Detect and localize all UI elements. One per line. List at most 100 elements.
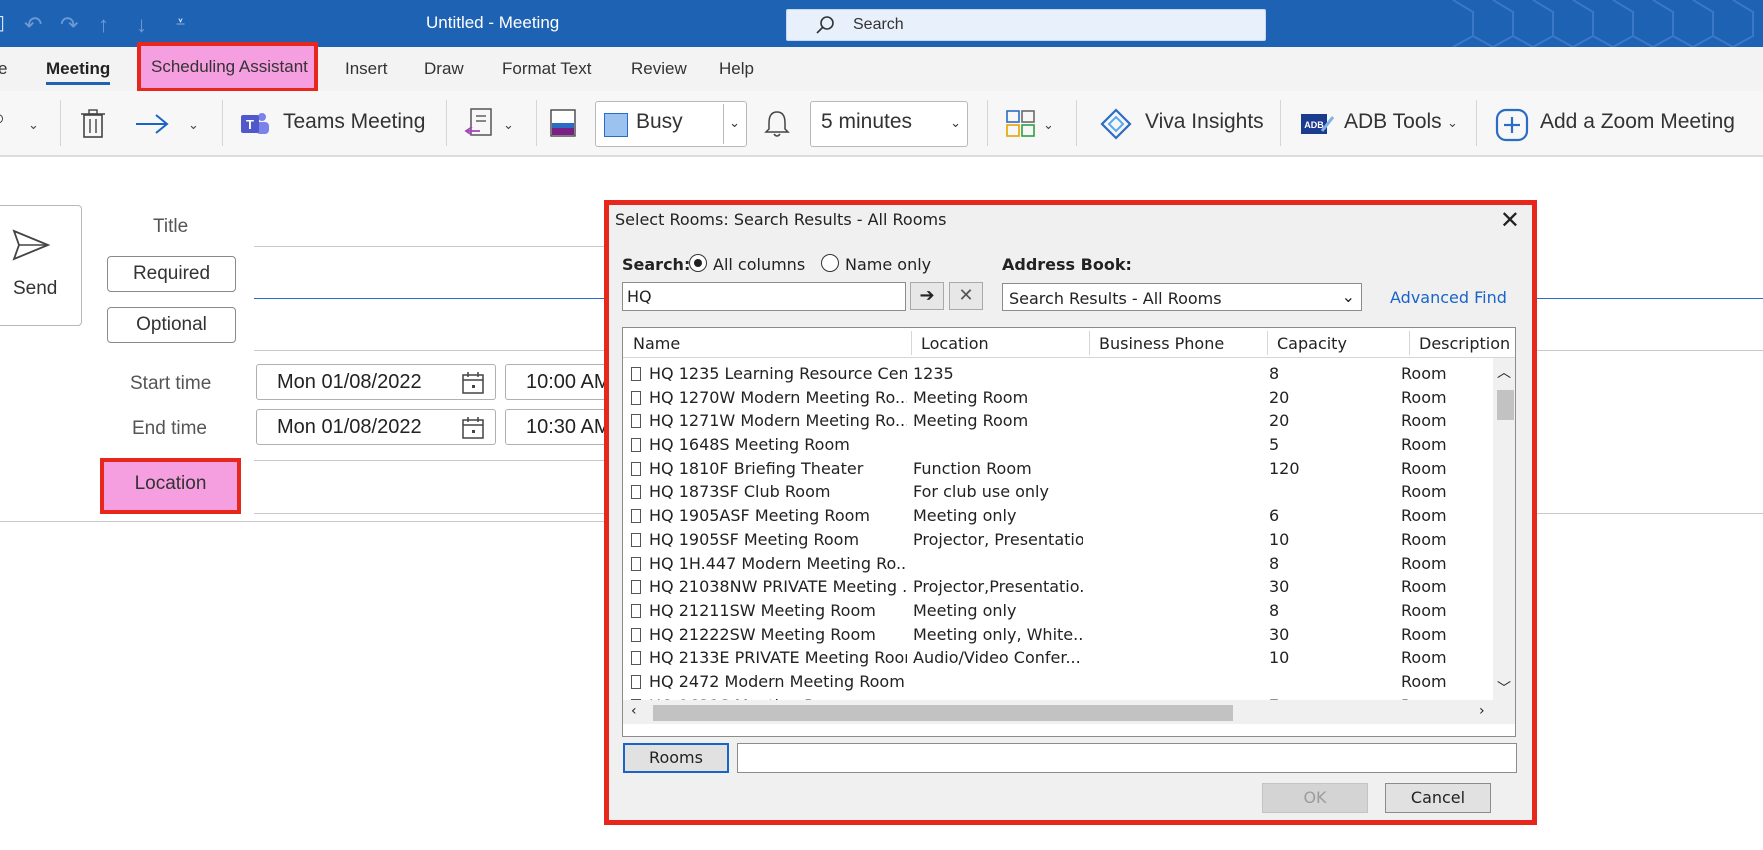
clear-icon[interactable]: ✕ [949, 282, 983, 310]
column-header-capacity[interactable]: Capacity [1277, 334, 1347, 353]
customize-quick-access-icon[interactable]: ⩡ [176, 14, 185, 32]
column-header-location[interactable]: Location [921, 334, 989, 353]
cell-capacity: 120 [1269, 458, 1300, 478]
radio-name-only[interactable] [821, 254, 839, 272]
forward-icon[interactable] [134, 113, 170, 135]
teams-icon[interactable]: T [240, 110, 270, 138]
ok-button[interactable]: OK [1262, 783, 1368, 813]
down-arrow-icon[interactable]: ↓ [136, 12, 147, 38]
end-date-field[interactable]: Mon 01/08/2022 [256, 409, 496, 445]
cell-location: Meeting only [913, 506, 1017, 526]
rooms-field[interactable] [737, 743, 1517, 773]
close-icon[interactable]: ✕ [1500, 206, 1520, 234]
redo-icon[interactable]: ↷ [60, 12, 78, 38]
response-options-icon[interactable] [464, 107, 494, 139]
room-icon [631, 367, 641, 381]
table-row[interactable]: HQ 1235 Learning Resource Cen... 1235 8 Roo… [623, 362, 1493, 386]
scroll-right-icon[interactable]: › [1479, 703, 1485, 719]
table-row[interactable]: HQ 1H.447 Modern Meeting Ro... 8 Room [623, 552, 1493, 576]
table-row[interactable]: HQ 1810F Briefing Theater Function Room 12… [623, 457, 1493, 481]
end-date-value: Mon 01/08/2022 [277, 416, 422, 438]
svg-text:T: T [246, 117, 254, 132]
cell-location: Projector, Presentation [913, 529, 1083, 549]
show-as-dropdown[interactable]: Busy ⌄ [595, 101, 747, 147]
reminder-dropdown[interactable]: 5 minutes ⌄ [810, 101, 968, 147]
ribbon-toolbar: ○ ⌄ ⌄ T Teams Meeting ⌄ Busy ⌄ [0, 91, 1763, 157]
vertical-scroll-thumb[interactable] [1497, 390, 1514, 420]
table-row[interactable]: HQ 21211SW Meeting Room Meeting only 8 Room [623, 599, 1493, 623]
tab-help[interactable]: Help [719, 59, 754, 79]
scroll-up-icon[interactable]: ︿ [1497, 362, 1511, 382]
table-row[interactable]: HQ 1873SF Club Room For club use only Room [623, 480, 1493, 504]
adb-tools-icon[interactable]: ADB [1300, 111, 1334, 137]
horizontal-scrollbar[interactable]: ‹ › [623, 700, 1515, 724]
optional-button[interactable]: Optional [107, 307, 236, 343]
categorize-icon[interactable] [1006, 110, 1036, 138]
chevron-down-icon[interactable]: ⌄ [28, 117, 39, 133]
vertical-scrollbar[interactable]: ︿ ﹀ [1493, 358, 1515, 700]
table-row[interactable]: HQ 21038NW PRIVATE Meeting ... Projector,… [623, 575, 1493, 599]
horizontal-scroll-thumb[interactable] [653, 705, 1233, 721]
delete-icon[interactable] [80, 109, 106, 139]
chevron-down-icon[interactable]: ⌄ [188, 117, 199, 133]
tab-format-text[interactable]: Format Text [502, 59, 591, 79]
teams-meeting-button[interactable]: Teams Meeting [283, 110, 425, 134]
table-row[interactable]: HQ 2472 Modern Meeting Room Room [623, 670, 1493, 694]
search-box[interactable]: Search [786, 9, 1266, 41]
scroll-left-icon[interactable]: ‹ [631, 703, 637, 719]
column-header-business-phone[interactable]: Business Phone [1099, 334, 1224, 353]
calendar-icon[interactable] [461, 371, 485, 395]
start-date-field[interactable]: Mon 01/08/2022 [256, 364, 496, 400]
send-button[interactable]: Send [0, 205, 82, 326]
cell-description: Room [1401, 435, 1447, 455]
address-book-select[interactable]: Search Results - All Rooms ⌄ [1002, 283, 1362, 311]
chevron-down-icon[interactable]: ⌄ [1043, 117, 1054, 133]
start-time-value: 10:00 AM [526, 371, 611, 393]
reply-icon[interactable]: ○ [0, 107, 5, 131]
chevron-down-icon[interactable]: ⌄ [1447, 115, 1458, 131]
table-row[interactable]: HQ 2133E PRIVATE Meeting Room Audio/Video… [623, 646, 1493, 670]
calendar-icon[interactable] [461, 416, 485, 440]
chevron-down-icon[interactable]: ⌄ [503, 117, 514, 133]
end-time-field[interactable]: 10:30 AM [505, 409, 611, 445]
cell-name: HQ 1H.447 Modern Meeting Ro... [649, 553, 907, 573]
advanced-find-link[interactable]: Advanced Find [1390, 288, 1507, 307]
table-row[interactable]: HQ 1905ASF Meeting Room Meeting only 6 Room [623, 504, 1493, 528]
room-icon [631, 532, 641, 547]
radio-all-columns[interactable] [689, 254, 707, 272]
column-header-name[interactable]: Name [633, 334, 680, 353]
cancel-button[interactable]: Cancel [1385, 783, 1491, 813]
tab-draw[interactable]: Draw [424, 59, 464, 79]
add-zoom-meeting-button[interactable]: Add a Zoom Meeting [1540, 110, 1735, 134]
room-icon [631, 390, 641, 405]
cell-description: Room [1401, 624, 1447, 644]
tab-meeting[interactable]: Meeting [46, 59, 111, 85]
location-button[interactable]: Location [100, 458, 241, 514]
adb-tools-button[interactable]: ADB Tools [1344, 110, 1442, 134]
required-button[interactable]: Required [107, 256, 236, 292]
app-icon[interactable]: ▯ [0, 10, 5, 35]
search-field[interactable]: HQ [622, 282, 906, 311]
zoom-add-icon[interactable] [1495, 108, 1529, 142]
tab-scheduling-assistant[interactable]: Scheduling Assistant [137, 42, 318, 92]
tab-insert[interactable]: Insert [345, 59, 388, 79]
go-arrow-icon[interactable]: ➔ [910, 282, 944, 310]
up-arrow-icon[interactable]: ↑ [98, 12, 109, 38]
viva-insights-icon[interactable] [1100, 108, 1132, 140]
tab-review[interactable]: Review [631, 59, 687, 79]
viva-insights-button[interactable]: Viva Insights [1145, 110, 1264, 134]
undo-icon[interactable]: ↶ [24, 12, 42, 38]
table-row[interactable]: HQ 21222SW Meeting Room Meeting only, Whi… [623, 623, 1493, 647]
cell-description: Room [1401, 671, 1447, 691]
table-row[interactable]: HQ 1271W Modern Meeting Ro... Meeting Roo… [623, 409, 1493, 433]
tab-file[interactable]: e [0, 59, 7, 79]
table-row[interactable]: HQ 1905SF Meeting Room Projector, Present… [623, 528, 1493, 552]
table-row[interactable]: HQ 1270W Modern Meeting Ro... Meeting Roo… [623, 386, 1493, 410]
cell-name: HQ 1270W Modern Meeting Ro... [649, 387, 907, 407]
cell-capacity: 8 [1269, 364, 1280, 383]
start-time-field[interactable]: 10:00 AM [505, 364, 611, 400]
table-row[interactable]: HQ 1648S Meeting Room 5 Room [623, 433, 1493, 457]
column-header-description[interactable]: Description [1419, 334, 1510, 353]
scroll-down-icon[interactable]: ﹀ [1497, 678, 1511, 698]
rooms-button[interactable]: Rooms [623, 743, 729, 773]
